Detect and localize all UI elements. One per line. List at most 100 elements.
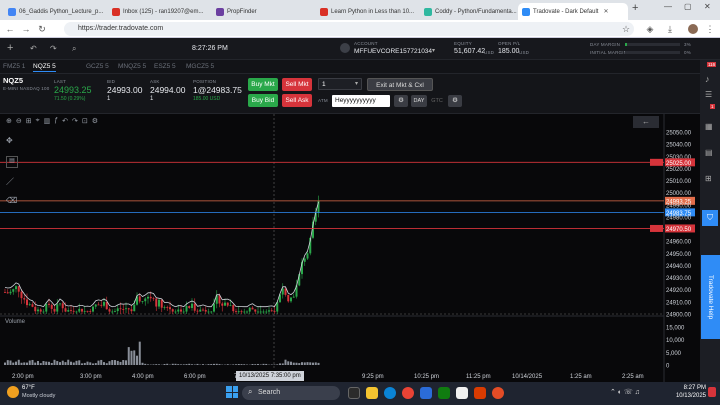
extensions-icon[interactable]: ◈ <box>644 22 656 36</box>
zoom-out-icon[interactable]: ⊖ <box>16 117 22 125</box>
notification-center-icon[interactable] <box>708 387 716 397</box>
layout-icon[interactable]: ⊞ <box>705 174 712 183</box>
move-tool-icon[interactable]: ✥ <box>6 136 18 148</box>
doc-icon[interactable]: ☰ <box>705 90 712 99</box>
browser-tab[interactable]: 06_Gaddis Python_Lecture_p... <box>4 3 104 20</box>
undo-icon[interactable]: ↶ <box>30 44 37 53</box>
tab-mnqz5[interactable]: MNQZ5 5 <box>118 63 146 70</box>
task-view-icon[interactable] <box>348 387 360 399</box>
browser-tab-active[interactable]: Tradovate - Dark Default ✕ <box>518 3 628 20</box>
buy-bid-button[interactable]: Buy Bid <box>248 94 278 107</box>
download-icon[interactable]: ⤓ <box>664 22 676 36</box>
volume-bar <box>50 362 53 365</box>
atm-select[interactable]: Heyyyyyyyyyy <box>332 95 390 107</box>
paint-icon[interactable] <box>456 387 468 399</box>
candle <box>28 304 31 306</box>
zoom-in-icon[interactable]: ⊕ <box>6 117 12 125</box>
exit-at-mkt-button[interactable]: Exit at Mkt & Cxl <box>367 78 433 91</box>
volume-bar <box>34 362 37 365</box>
new-tab-icon[interactable]: + <box>632 2 638 14</box>
candle-type-icon[interactable]: ▥ <box>44 117 51 125</box>
settings-gear-icon[interactable]: ⚙ <box>394 95 408 107</box>
bookmark-star-icon[interactable]: ☆ <box>620 22 632 36</box>
maximize-icon[interactable]: ▢ <box>684 2 692 11</box>
volume-bar <box>81 363 83 365</box>
tab-esz5[interactable]: ESZ5 5 <box>154 63 176 70</box>
xbox-icon[interactable] <box>438 387 450 399</box>
camera-icon[interactable]: ⊡ <box>82 117 88 125</box>
chart-canvas[interactable]: 25050.0025040.0025030.0025025.0025020.00… <box>0 114 720 382</box>
candle <box>147 296 149 299</box>
forward-icon[interactable]: → <box>20 22 32 36</box>
dom-icon[interactable]: ▤ <box>705 148 713 157</box>
volume-bar <box>284 359 287 365</box>
buy-mkt-button[interactable]: Buy Mkt <box>248 78 278 91</box>
browser-tab[interactable]: Learn Python in Less than 10... <box>316 3 416 20</box>
weather-icon[interactable] <box>7 386 19 398</box>
sell-ask-button[interactable]: Sell Ask <box>282 94 312 107</box>
shield-icon[interactable]: ⛉ <box>702 210 718 226</box>
chart-icon[interactable]: ▦ <box>705 122 713 131</box>
redo-icon[interactable]: ↷ <box>72 117 78 125</box>
search-icon[interactable]: ⌕ <box>72 44 76 54</box>
edge-icon[interactable] <box>384 387 396 399</box>
tab-mgcz5[interactable]: MGCZ5 5 <box>186 63 214 70</box>
price-axis-label: 24930.00 <box>666 276 692 282</box>
powerpoint-icon[interactable] <box>474 387 486 399</box>
fit-icon[interactable]: ⊞ <box>26 117 32 125</box>
volume-bar <box>213 363 215 365</box>
chevron-down-icon[interactable]: ▾ <box>432 47 435 54</box>
close-window-icon[interactable]: ✕ <box>704 2 711 11</box>
volume-axis-label: 5,000 <box>666 351 682 357</box>
store-icon[interactable] <box>420 387 432 399</box>
tray-icons[interactable]: ⌃ ◐ ☏ ♫ <box>610 388 640 396</box>
tif-gtc-button[interactable]: GTC <box>429 95 445 107</box>
bell-icon[interactable]: ♪ <box>705 74 710 84</box>
browser-tab[interactable]: Inbox (125) - ran19207@em... <box>108 3 208 20</box>
taskbar-search[interactable]: Search <box>242 386 340 400</box>
trash-icon[interactable]: ⌫ <box>6 196 18 208</box>
symbol-name[interactable]: NQZ5 <box>3 76 23 85</box>
file-explorer-icon[interactable] <box>366 387 378 399</box>
settings-icon[interactable]: ⚙ <box>92 117 98 125</box>
app-icon[interactable] <box>492 387 504 399</box>
crosshair-icon[interactable]: ⌖ <box>36 117 40 125</box>
chevron-down-icon[interactable]: ▾ <box>355 80 358 87</box>
browser-tab[interactable]: PropFinder <box>212 3 312 20</box>
time-axis-label: 9:25 pm <box>362 374 384 380</box>
tab-fmz5[interactable]: FMZ5 1 <box>3 63 25 70</box>
minimize-icon[interactable]: — <box>664 2 672 11</box>
tab-nqz5[interactable]: NQZ5 5 <box>33 63 56 72</box>
help-tab[interactable]: Tradovate Help <box>701 255 720 339</box>
volume-bar <box>180 364 182 365</box>
chrome-icon[interactable] <box>402 387 414 399</box>
browser-tab[interactable]: Coddy - Python/Fundamenta... <box>420 3 520 20</box>
quote-panel: NQZ5 E-MINI NASDAQ 100 LAST 24993.25 71.… <box>0 74 720 114</box>
candle <box>224 302 226 306</box>
tab-gcz5[interactable]: GCZ5 5 <box>86 63 109 70</box>
back-icon[interactable]: ← <box>4 22 16 36</box>
template-tool-icon[interactable]: ▤ <box>6 156 18 168</box>
sell-mkt-button[interactable]: Sell Mkt <box>282 78 312 91</box>
tif-day-button[interactable]: DAY <box>411 95 427 107</box>
price-chart[interactable]: 25050.00 25040.00 25030.00 25025.00 25020.00… <box>0 114 720 382</box>
scroll-right-button[interactable]: ← <box>633 116 659 128</box>
avatar[interactable] <box>688 24 698 34</box>
line-tool-icon[interactable]: ／ <box>6 176 18 188</box>
volume-bar <box>136 355 138 365</box>
volume-bar <box>191 364 193 365</box>
pdf-icon <box>8 7 16 16</box>
redo-icon[interactable]: ↷ <box>50 44 57 53</box>
order-settings-icon[interactable]: ⚙ <box>448 95 462 107</box>
reload-icon[interactable]: ↻ <box>36 22 48 36</box>
windows-start-icon[interactable] <box>226 386 238 398</box>
undo-icon[interactable]: ↶ <box>62 117 68 125</box>
close-tab-icon[interactable]: ✕ <box>603 8 608 15</box>
volume-bar <box>188 363 191 365</box>
menu-icon[interactable]: ⋮ <box>704 22 716 36</box>
account-selector[interactable]: MFFUEVCORE157721034 <box>354 48 432 55</box>
indicators-icon[interactable]: ƒ <box>54 117 58 125</box>
header-clock: 8:27:26 PM <box>192 45 228 52</box>
url-input[interactable]: https://trader.tradovate.com <box>64 22 634 36</box>
add-icon[interactable]: + <box>7 42 13 54</box>
